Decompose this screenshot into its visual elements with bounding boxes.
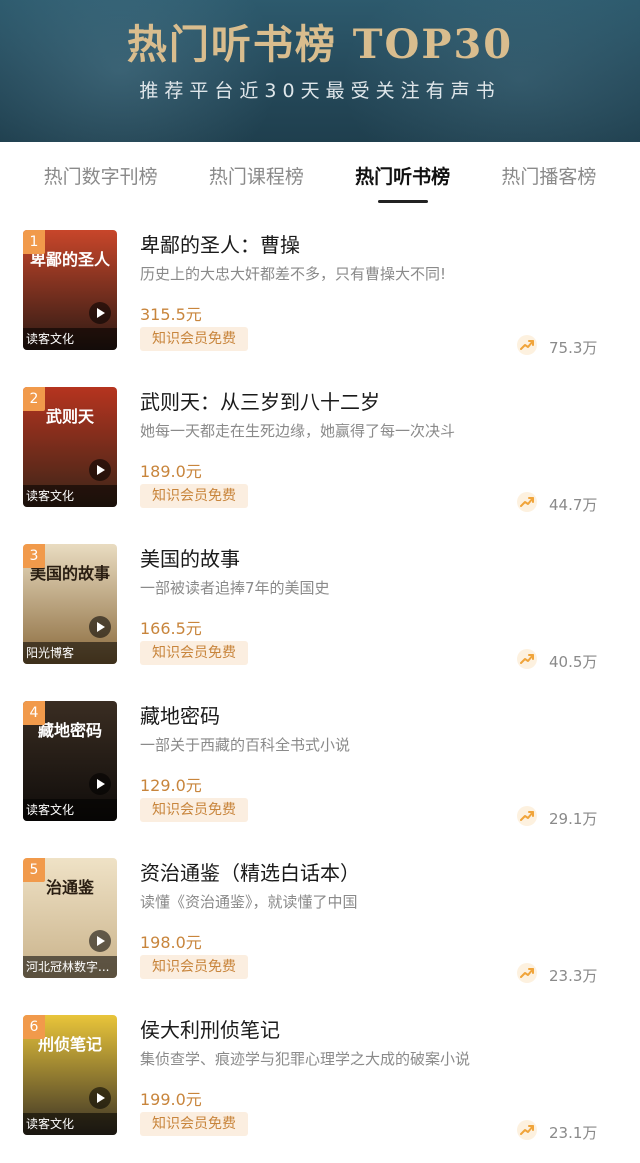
member-free-badge: 知识会员免费 — [140, 484, 248, 508]
list-item[interactable]: 5 治通鉴 河北冠林数字... 资治通鉴（精选白话本） 读懂《资治通鉴》，就读懂… — [0, 852, 640, 1009]
trend-up-icon — [517, 492, 537, 512]
listen-count: 44.7万 — [549, 496, 598, 514]
tab-audiobooks-label: 热门听书榜 — [355, 165, 451, 188]
list-item[interactable]: 3 美国的故事 阳光博客 美国的故事 一部被读者追捧7年的美国史 166.5元 … — [0, 538, 640, 695]
book-description: 一部被读者追捧7年的美国史 — [140, 579, 330, 597]
member-free-badge: 知识会员免费 — [140, 955, 248, 979]
book-description: 集侦查学、痕迹学与犯罪心理学之大成的破案小说 — [140, 1050, 471, 1068]
book-cover[interactable]: 2 武则天 读客文化 — [23, 387, 117, 507]
rank-badge: 5 — [23, 858, 45, 882]
tab-audiobooks[interactable]: 热门听书榜 — [351, 152, 454, 203]
category-tabs: 热门数字刊榜 热门课程榜 热门听书榜 热门播客榜 — [0, 142, 640, 208]
book-cover[interactable]: 6 刑侦笔记 读客文化 — [23, 1015, 117, 1135]
list-item[interactable]: 6 刑侦笔记 读客文化 侯大利刑侦笔记 集侦查学、痕迹学与犯罪心理学之大成的破案… — [0, 1009, 640, 1163]
tab-podcasts[interactable]: 热门播客榜 — [497, 152, 600, 199]
publisher-label: 读客文化 — [23, 485, 117, 507]
member-free-badge: 知识会员免费 — [140, 327, 248, 351]
play-icon[interactable] — [89, 930, 111, 952]
member-free-badge: 知识会员免费 — [140, 798, 248, 822]
play-icon[interactable] — [89, 302, 111, 324]
header-banner: 热门听书榜 TOP30 推荐平台近30天最受关注有声书 — [0, 0, 640, 142]
trend-up-icon — [517, 963, 537, 983]
member-free-badge: 知识会员免费 — [140, 641, 248, 665]
play-icon[interactable] — [89, 1087, 111, 1109]
trend-up-icon — [517, 806, 537, 826]
play-icon[interactable] — [89, 773, 111, 795]
play-icon[interactable] — [89, 459, 111, 481]
list-item[interactable]: 4 藏地密码 读客文化 藏地密码 一部关于西藏的百科全书式小说 129.0元 知… — [0, 695, 640, 852]
rank-badge: 3 — [23, 544, 45, 568]
book-title[interactable]: 卑鄙的圣人：曹操 — [140, 229, 300, 258]
book-description: 历史上的大忠大奸都差不多，只有曹操大不同! — [140, 265, 447, 283]
book-price: 199.0元 — [140, 1090, 202, 1109]
list-item[interactable]: 1 卑鄙的圣人 读客文化 卑鄙的圣人：曹操 历史上的大忠大奸都差不多，只有曹操大… — [0, 224, 640, 381]
book-cover[interactable]: 1 卑鄙的圣人 读客文化 — [23, 230, 117, 350]
list-item[interactable]: 2 武则天 读客文化 武则天：从三岁到八十二岁 她每一天都走在生死边缘，她赢得了… — [0, 381, 640, 538]
publisher-label: 河北冠林数字... — [23, 956, 117, 978]
active-tab-indicator — [377, 199, 428, 203]
page-subtitle: 推荐平台近30天最受关注有声书 — [139, 80, 501, 102]
listen-count: 23.1万 — [549, 1124, 598, 1142]
page-title: 热门听书榜 TOP30 — [126, 21, 514, 68]
listen-count: 75.3万 — [549, 339, 598, 357]
tab-digital-magazine[interactable]: 热门数字刊榜 — [40, 152, 162, 199]
publisher-label: 阳光博客 — [23, 642, 117, 664]
rank-badge: 1 — [23, 230, 45, 254]
book-description: 她每一天都走在生死边缘，她赢得了每一次决斗 — [140, 422, 456, 440]
book-price: 166.5元 — [140, 619, 202, 638]
book-list: 1 卑鄙的圣人 读客文化 卑鄙的圣人：曹操 历史上的大忠大奸都差不多，只有曹操大… — [0, 224, 640, 1163]
book-price: 189.0元 — [140, 462, 202, 481]
listen-count: 23.3万 — [549, 967, 598, 985]
book-price: 198.0元 — [140, 933, 202, 952]
book-description: 一部关于西藏的百科全书式小说 — [140, 736, 351, 754]
book-title[interactable]: 美国的故事 — [140, 543, 240, 572]
book-title[interactable]: 藏地密码 — [140, 700, 220, 729]
tab-courses[interactable]: 热门课程榜 — [205, 152, 308, 199]
book-title[interactable]: 侯大利刑侦笔记 — [140, 1014, 280, 1043]
book-description: 读懂《资治通鉴》，就读懂了中国 — [140, 893, 358, 911]
rank-badge: 4 — [23, 701, 45, 725]
play-icon[interactable] — [89, 616, 111, 638]
publisher-label: 读客文化 — [23, 1113, 117, 1135]
book-title[interactable]: 资治通鉴（精选白话本） — [140, 857, 360, 886]
trend-up-icon — [517, 1120, 537, 1140]
trend-up-icon — [517, 335, 537, 355]
book-cover[interactable]: 3 美国的故事 阳光博客 — [23, 544, 117, 664]
trend-up-icon — [517, 649, 537, 669]
book-cover[interactable]: 4 藏地密码 读客文化 — [23, 701, 117, 821]
listen-count: 29.1万 — [549, 810, 598, 828]
member-free-badge: 知识会员免费 — [140, 1112, 248, 1136]
listen-count: 40.5万 — [549, 653, 598, 671]
rank-badge: 2 — [23, 387, 45, 411]
publisher-label: 读客文化 — [23, 328, 117, 350]
book-price: 129.0元 — [140, 776, 202, 795]
book-price: 315.5元 — [140, 305, 202, 324]
book-title[interactable]: 武则天：从三岁到八十二岁 — [140, 386, 380, 415]
rank-badge: 6 — [23, 1015, 45, 1039]
book-cover[interactable]: 5 治通鉴 河北冠林数字... — [23, 858, 117, 978]
publisher-label: 读客文化 — [23, 799, 117, 821]
